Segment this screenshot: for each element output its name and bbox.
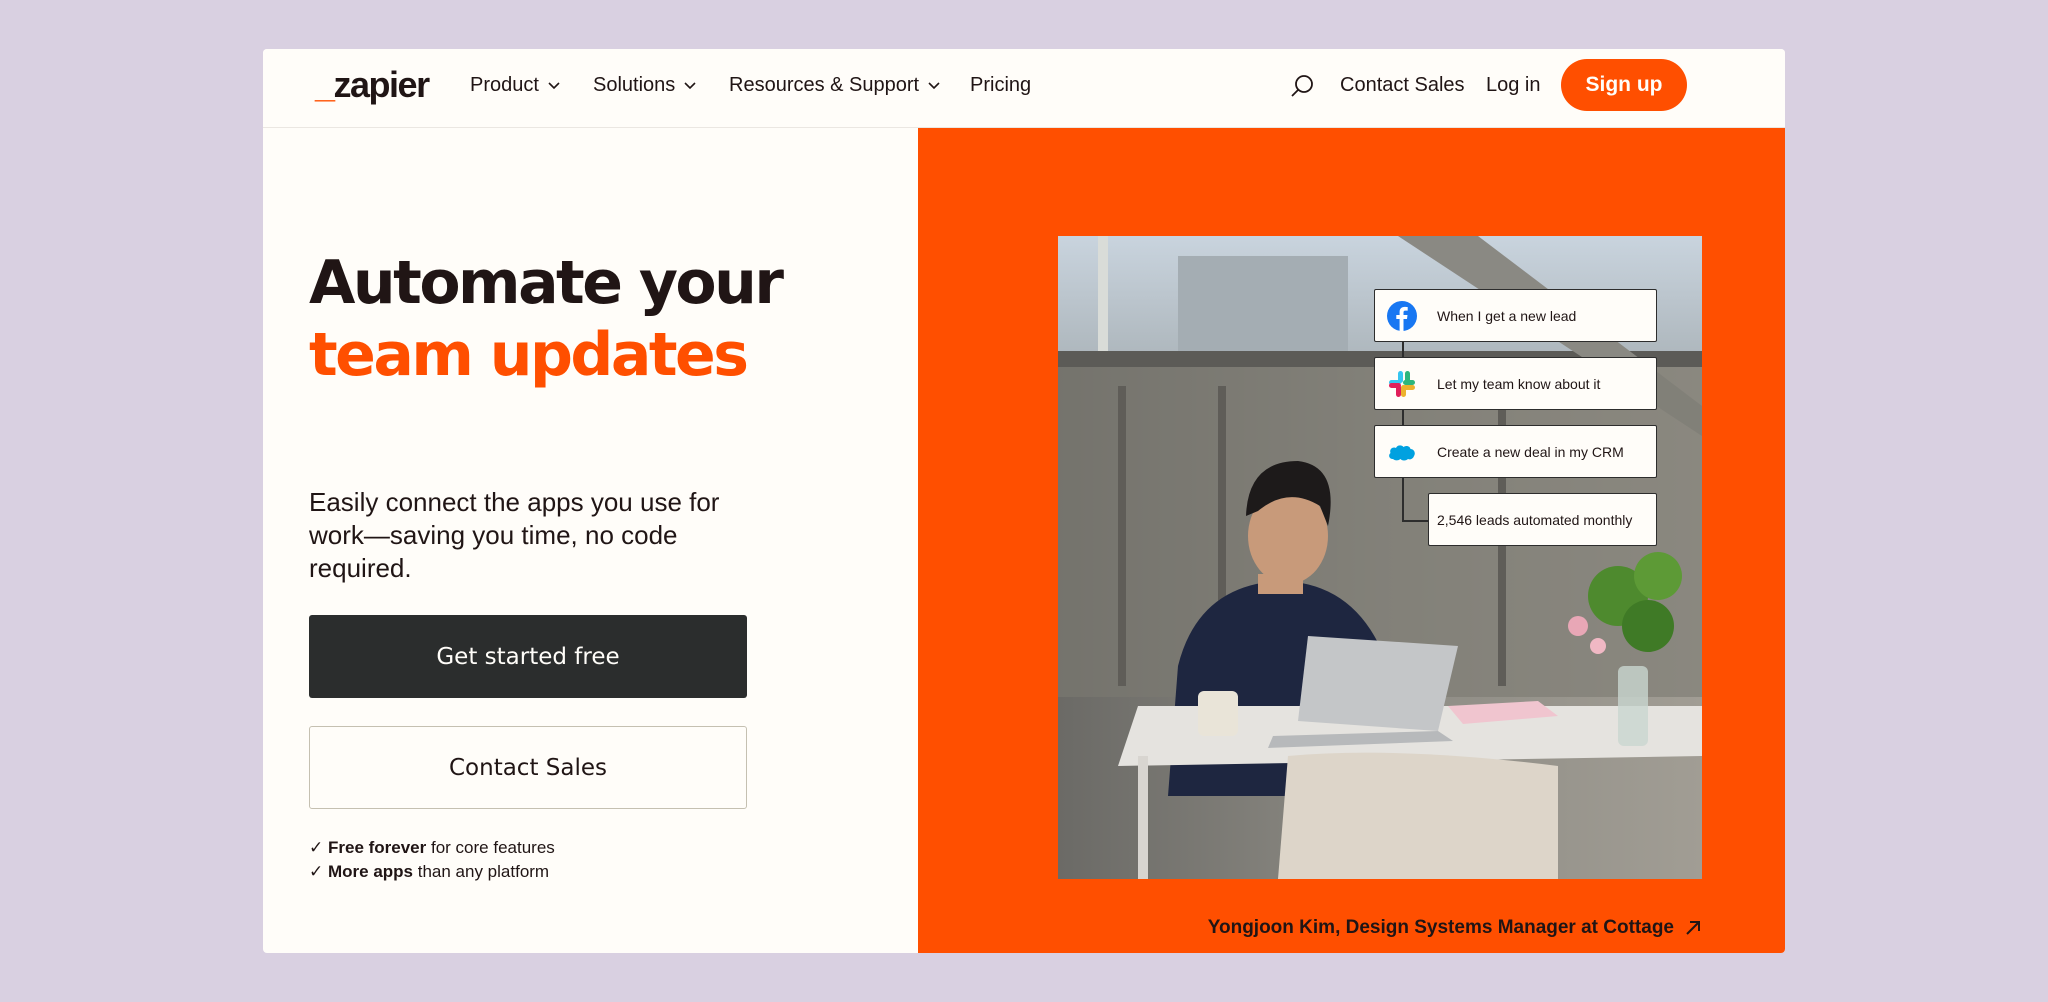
nav-log-in[interactable]: Log in bbox=[1486, 73, 1541, 97]
top-nav: _zapier Product Solutions Resources & Su… bbox=[263, 49, 1785, 128]
photo-caption[interactable]: Yongjoon Kim, Design Systems Manager at … bbox=[1198, 917, 1702, 939]
feature-bold: More apps bbox=[327, 862, 414, 881]
nav-product-label: Product bbox=[470, 74, 539, 96]
feature-item: ✓ Free forever for core features bbox=[309, 837, 555, 859]
workflow-stat-text: 2,546 leads automated monthly bbox=[1437, 511, 1633, 528]
facebook-icon bbox=[1387, 300, 1417, 331]
feature-rest: for core features bbox=[426, 838, 555, 857]
photo-caption-text: Yongjoon Kim, Design Systems Manager at … bbox=[1207, 917, 1674, 938]
search-icon[interactable] bbox=[1289, 73, 1315, 99]
nav-log-in-label: Log in bbox=[1486, 74, 1541, 96]
hero-title: Automate your team updates bbox=[309, 247, 869, 391]
logo-text: zapier bbox=[333, 64, 431, 105]
nav-solutions-label: Solutions bbox=[593, 74, 676, 96]
chevron-down-icon bbox=[928, 82, 940, 90]
workflow-step-notify: Let my team know about it bbox=[1374, 357, 1657, 410]
salesforce-icon bbox=[1389, 444, 1415, 460]
nav-solutions[interactable]: Solutions bbox=[593, 73, 697, 97]
page-frame: _zapier Product Solutions Resources & Su… bbox=[263, 49, 1785, 953]
workflow-step-text: Let my team know about it bbox=[1437, 375, 1601, 392]
nav-product[interactable]: Product bbox=[470, 73, 561, 97]
logo-dash: _ bbox=[315, 64, 335, 105]
arrow-up-right-icon bbox=[1686, 921, 1700, 935]
nav-contact-sales-label: Contact Sales bbox=[1340, 74, 1465, 96]
feature-item: ✓ More apps than any platform bbox=[309, 861, 549, 883]
get-started-button[interactable]: Get started free bbox=[309, 615, 747, 698]
nav-contact-sales[interactable]: Contact Sales bbox=[1340, 73, 1465, 97]
feature-bold: Free forever bbox=[327, 838, 427, 857]
hero-visual-panel: When I get a new lead Let my team know a… bbox=[918, 128, 1785, 953]
sign-up-button[interactable]: Sign up bbox=[1561, 59, 1687, 111]
check-icon: ✓ bbox=[309, 862, 324, 881]
hero-subtitle: Easily connect the apps you use for work… bbox=[309, 487, 720, 583]
contact-sales-button[interactable]: Contact Sales bbox=[309, 726, 747, 809]
nav-pricing-label: Pricing bbox=[970, 74, 1032, 96]
workflow-stat-card: 2,546 leads automated monthly bbox=[1428, 493, 1657, 546]
hero-title-line2: team updates bbox=[309, 320, 749, 390]
nav-pricing[interactable]: Pricing bbox=[970, 73, 1031, 97]
workflow-step-text: Create a new deal in my CRM bbox=[1437, 443, 1624, 460]
nav-resources[interactable]: Resources & Support bbox=[729, 73, 941, 97]
zapier-logo[interactable]: _zapier bbox=[315, 64, 431, 105]
chevron-down-icon bbox=[684, 82, 696, 90]
workflow-step-crm: Create a new deal in my CRM bbox=[1374, 425, 1657, 478]
hero-title-line1: Automate your bbox=[309, 248, 784, 318]
feature-rest: than any platform bbox=[413, 862, 550, 881]
slack-icon bbox=[1389, 370, 1415, 397]
workflow-step-text: When I get a new lead bbox=[1437, 307, 1577, 324]
check-icon: ✓ bbox=[309, 838, 324, 857]
workflow-step-trigger: When I get a new lead bbox=[1374, 289, 1657, 342]
chevron-down-icon bbox=[548, 82, 560, 90]
nav-resources-label: Resources & Support bbox=[729, 74, 920, 96]
